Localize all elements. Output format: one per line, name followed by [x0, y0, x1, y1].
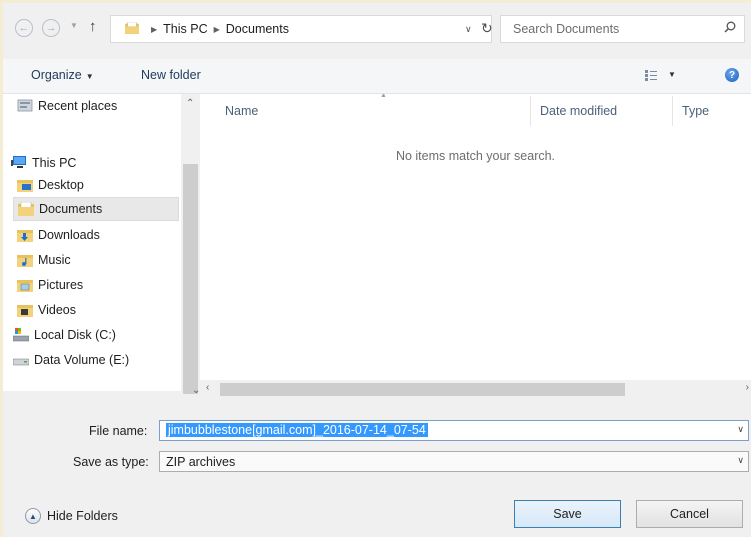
nav-item-videos[interactable]: Videos: [17, 298, 177, 322]
scrollbar-thumb[interactable]: [220, 383, 625, 396]
hide-folders-button[interactable]: ▲ Hide Folders: [25, 508, 118, 524]
search-box[interactable]: Search Documents: [500, 15, 745, 43]
nav-item-label: Recent places: [38, 99, 118, 113]
recent-locations-chevron-icon[interactable]: ▼: [70, 21, 78, 30]
search-input[interactable]: Search Documents: [513, 22, 619, 36]
cancel-button[interactable]: Cancel: [636, 500, 743, 528]
up-one-level-icon[interactable]: ↑: [89, 18, 97, 35]
save-button-label: Save: [553, 507, 582, 521]
scroll-right-icon[interactable]: ›: [746, 382, 749, 393]
breadcrumb: ▶ This PC ▶ Documents: [151, 16, 289, 42]
nav-item-label: Downloads: [38, 228, 100, 242]
sort-indicator-icon: ▲: [380, 94, 387, 99]
folder-icon: [125, 22, 139, 34]
file-name-chevron-icon[interactable]: ∨: [737, 424, 744, 435]
recent-places-icon: [17, 99, 33, 112]
horizontal-scrollbar[interactable]: ‹ ›: [200, 380, 751, 398]
file-name-label: File name:: [89, 424, 148, 438]
local-disk-icon: [13, 328, 29, 342]
search-icon[interactable]: [724, 21, 736, 33]
scrollbar-thumb[interactable]: [183, 164, 198, 394]
navigation-pane: Recent places This PC Desktop Documents: [3, 94, 181, 391]
command-bar: Organize ▼ New folder ▼ ?: [3, 59, 751, 94]
videos-folder-icon: [17, 305, 33, 317]
refresh-icon[interactable]: ↻: [481, 20, 493, 37]
nav-item-documents[interactable]: Documents: [13, 197, 179, 221]
address-row: ← → ▼ ↑ ▶ This PC ▶ Documents ∨ ↻ Search…: [3, 3, 751, 59]
save-button[interactable]: Save: [514, 500, 621, 528]
forward-button[interactable]: →: [42, 19, 60, 37]
new-folder-label: New folder: [141, 68, 201, 82]
file-name-field[interactable]: jimbubblestone[gmail.com]_2016-07-14_07-…: [159, 420, 749, 441]
nav-item-recent-places[interactable]: Recent places: [17, 94, 177, 118]
nav-item-label: Local Disk (C:): [34, 328, 116, 342]
back-button[interactable]: ←: [15, 19, 33, 37]
column-header-type[interactable]: Type: [682, 104, 709, 118]
save-as-dialog: ← → ▼ ↑ ▶ This PC ▶ Documents ∨ ↻ Search…: [3, 3, 751, 537]
documents-folder-icon: [18, 202, 34, 216]
nav-item-label: Desktop: [38, 178, 84, 192]
breadcrumb-separator-icon[interactable]: ▶: [214, 25, 220, 34]
scroll-left-icon[interactable]: ‹: [206, 382, 209, 393]
downloads-folder-icon: [17, 230, 33, 242]
column-divider[interactable]: [672, 96, 673, 126]
file-name-input[interactable]: jimbubblestone[gmail.com]_2016-07-14_07-…: [166, 423, 428, 437]
hide-folders-label: Hide Folders: [47, 509, 118, 523]
save-as-type-label: Save as type:: [73, 455, 149, 469]
organize-label: Organize: [31, 68, 82, 82]
save-as-type-chevron-icon[interactable]: ∨: [737, 455, 744, 466]
nav-item-label: Documents: [39, 202, 103, 216]
new-folder-button[interactable]: New folder: [141, 68, 201, 82]
nav-item-label: Data Volume (E:): [34, 353, 130, 367]
nav-pane-scrollbar[interactable]: ⌃: [181, 94, 200, 394]
nav-item-data-volume[interactable]: Data Volume (E:): [13, 348, 173, 372]
organize-button[interactable]: Organize ▼: [31, 68, 94, 82]
nav-item-pictures[interactable]: Pictures: [17, 273, 177, 297]
view-options-chevron-icon[interactable]: ▼: [668, 70, 676, 79]
nav-item-desktop[interactable]: Desktop: [17, 173, 177, 197]
computer-icon: [11, 156, 26, 168]
cancel-button-label: Cancel: [670, 507, 709, 521]
nav-item-local-disk[interactable]: Local Disk (C:): [13, 323, 173, 347]
file-list[interactable]: ▲ Name Date modified Type No items match…: [200, 94, 751, 380]
change-view-icon[interactable]: [645, 70, 657, 81]
nav-item-label: Pictures: [38, 278, 84, 292]
desktop-folder-icon: [17, 180, 33, 192]
nav-item-music[interactable]: Music: [17, 248, 177, 272]
column-header-date-modified[interactable]: Date modified: [540, 104, 617, 118]
scroll-up-icon[interactable]: ⌃: [186, 98, 194, 109]
nav-item-label: Videos: [38, 303, 76, 317]
music-folder-icon: [17, 255, 33, 267]
column-divider[interactable]: [530, 96, 531, 126]
empty-message: No items match your search.: [395, 149, 556, 163]
help-icon[interactable]: ?: [725, 68, 739, 82]
nav-item-downloads[interactable]: Downloads: [17, 223, 177, 247]
pictures-folder-icon: [17, 280, 33, 292]
save-as-type-value: ZIP archives: [166, 455, 236, 469]
nav-item-label: Music: [38, 253, 71, 267]
back-arrow-icon: ←: [18, 22, 30, 34]
organize-chevron-icon: ▼: [85, 72, 94, 81]
forward-arrow-icon: →: [45, 22, 57, 34]
nav-item-label: This PC: [32, 156, 77, 170]
drive-icon: [13, 358, 29, 366]
address-history-chevron-icon[interactable]: ∨: [465, 24, 472, 35]
breadcrumb-this-pc[interactable]: This PC: [163, 22, 207, 36]
collapse-up-icon: ▲: [25, 508, 41, 524]
address-bar[interactable]: ▶ This PC ▶ Documents ∨ ↻: [110, 15, 493, 43]
breadcrumb-separator-icon[interactable]: ▶: [151, 25, 157, 34]
column-header-name[interactable]: Name: [225, 104, 258, 118]
save-form: File name: jimbubblestone[gmail.com]_201…: [3, 401, 751, 537]
nav-item-this-pc[interactable]: This PC: [11, 151, 171, 175]
breadcrumb-documents[interactable]: Documents: [226, 22, 289, 36]
save-as-type-select[interactable]: ZIP archives ∨: [159, 451, 749, 472]
